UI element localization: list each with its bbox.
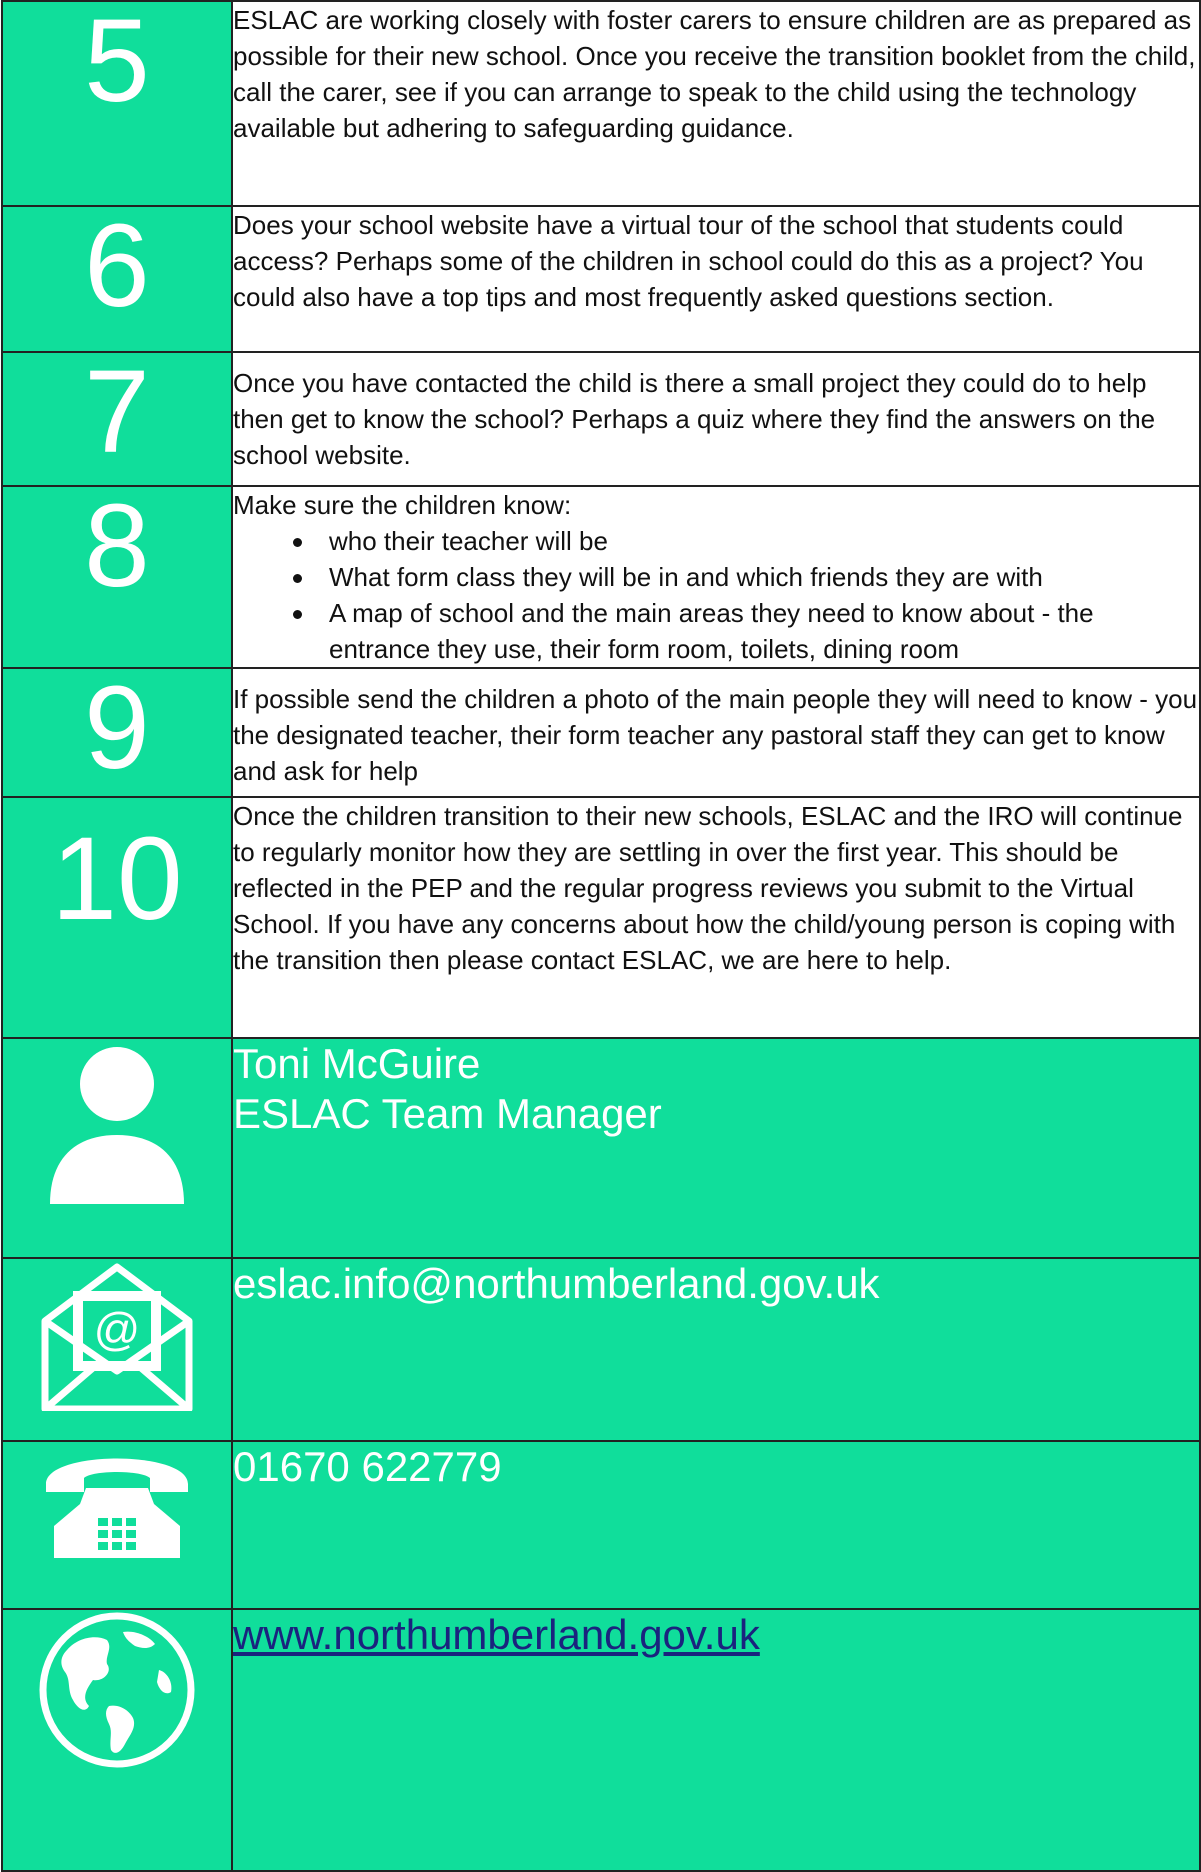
list-item: who their teacher will be	[289, 523, 1199, 559]
globe-icon-cell	[1, 1608, 233, 1872]
list-item: What form class they will be in and whic…	[289, 559, 1199, 595]
step-number: 10	[1, 796, 233, 1039]
contact-row-phone: 01670 622779	[1, 1440, 1201, 1610]
bullet-list: who their teacher will be What form clas…	[233, 523, 1199, 667]
contact-person: Toni McGuire ESLAC Team Manager	[231, 1037, 1201, 1259]
step-number: 5	[1, 0, 233, 207]
contact-web: www.northumberland.gov.uk	[231, 1608, 1201, 1872]
step-row-7: 7 Once you have contacted the child is t…	[1, 351, 1201, 487]
step-row-5: 5 ESLAC are working closely with foster …	[1, 0, 1201, 207]
step-text: If possible send the children a photo of…	[231, 667, 1201, 798]
transition-tips-table: 5 ESLAC are working closely with foster …	[1, 0, 1201, 1872]
contact-email[interactable]: eslac.info@northumberland.gov.uk	[231, 1257, 1201, 1442]
contact-row-person: Toni McGuire ESLAC Team Manager	[1, 1037, 1201, 1259]
list-item: A map of school and the main areas they …	[289, 595, 1199, 667]
step-number: 8	[1, 485, 233, 669]
contact-name: Toni McGuire	[233, 1040, 481, 1087]
website-link[interactable]: www.northumberland.gov.uk	[233, 1611, 760, 1658]
step-text: ESLAC are working closely with foster ca…	[231, 0, 1201, 207]
step-number: 7	[1, 351, 233, 487]
email-envelope-icon: @	[41, 1263, 193, 1411]
phone-icon-cell	[1, 1440, 233, 1610]
telephone-icon	[46, 1458, 188, 1558]
contact-row-email: @ eslac.info@northumberland.gov.uk	[1, 1257, 1201, 1442]
globe-icon	[39, 1612, 195, 1768]
step-text: Does your school website have a virtual …	[231, 205, 1201, 353]
contact-phone[interactable]: 01670 622779	[231, 1440, 1201, 1610]
step-text: Make sure the children know: who their t…	[231, 485, 1201, 669]
svg-text:@: @	[94, 1303, 141, 1355]
step-text: Once you have contacted the child is the…	[231, 351, 1201, 487]
step-intro: Make sure the children know:	[233, 490, 572, 520]
step-row-6: 6 Does your school website have a virtua…	[1, 205, 1201, 353]
contact-role: ESLAC Team Manager	[233, 1090, 662, 1137]
step-number: 6	[1, 205, 233, 353]
step-row-8: 8 Make sure the children know: who their…	[1, 485, 1201, 669]
person-icon	[50, 1047, 184, 1204]
step-text: Once the children transition to their ne…	[231, 796, 1201, 1039]
contact-row-web: www.northumberland.gov.uk	[1, 1608, 1201, 1872]
person-icon-cell	[1, 1037, 233, 1259]
email-icon-cell: @	[1, 1257, 233, 1442]
step-row-9: 9 If possible send the children a photo …	[1, 667, 1201, 798]
step-row-10: 10 Once the children transition to their…	[1, 796, 1201, 1039]
step-number: 9	[1, 667, 233, 798]
